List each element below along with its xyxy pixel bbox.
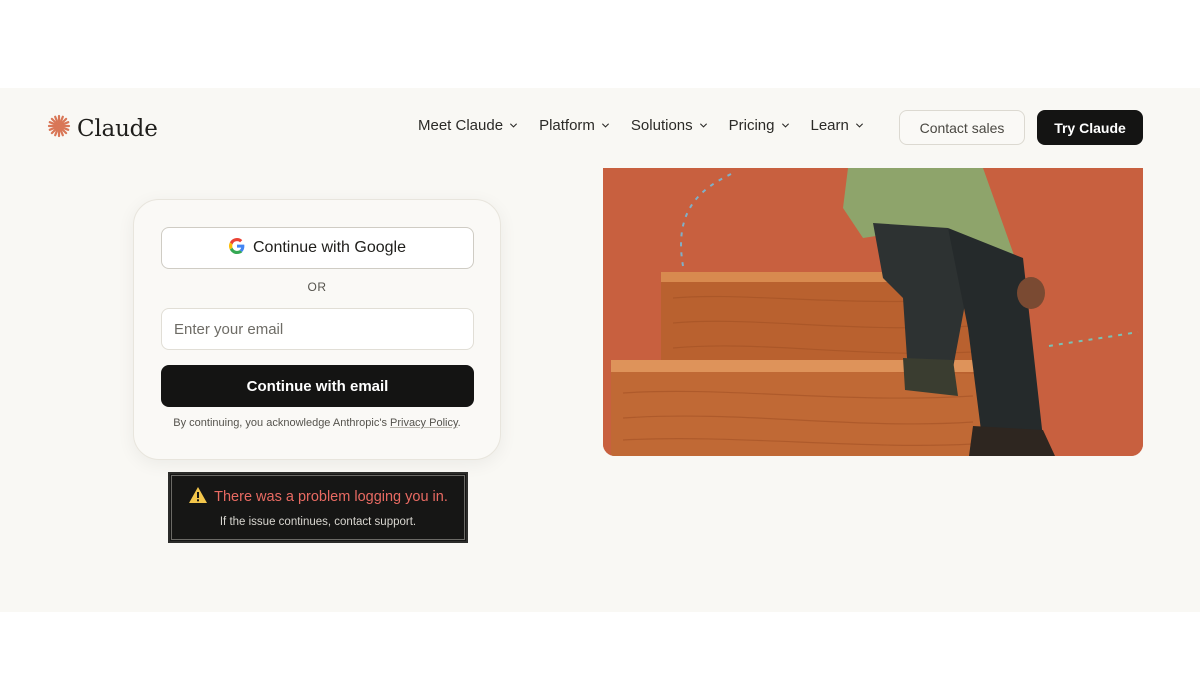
continue-with-email-button[interactable]: Continue with email — [161, 365, 474, 407]
nav-item-pricing[interactable]: Pricing — [729, 117, 790, 134]
privacy-policy-link[interactable]: Privacy Policy — [390, 417, 458, 429]
google-button-label: Continue with Google — [253, 239, 406, 256]
try-claude-button[interactable]: Try Claude — [1037, 110, 1143, 145]
error-title: There was a problem logging you in. — [214, 489, 448, 505]
login-error-toast: There was a problem logging you in. If t… — [168, 472, 468, 543]
error-title-row: There was a problem logging you in. — [170, 486, 466, 508]
chevron-down-icon — [699, 117, 708, 134]
nav-item-label: Solutions — [630, 117, 693, 134]
continue-with-google-button[interactable]: Continue with Google — [161, 227, 474, 269]
nav-item-platform[interactable]: Platform — [539, 117, 610, 134]
legal-notice: By continuing, you acknowledge Anthropic… — [134, 417, 500, 429]
nav-item-label: Platform — [539, 117, 595, 134]
login-card: Continue with Google OR Continue with em… — [133, 199, 501, 460]
nav-item-learn[interactable]: Learn — [811, 117, 864, 134]
claude-starburst-icon — [47, 114, 71, 143]
chevron-down-icon — [855, 117, 864, 134]
nav-item-label: Meet Claude — [418, 117, 504, 134]
hero-image — [603, 168, 1143, 456]
nav-item-solutions[interactable]: Solutions — [631, 117, 708, 134]
email-input[interactable] — [161, 308, 474, 350]
brand-logo[interactable]: Claude — [47, 114, 158, 143]
brand-name: Claude — [77, 115, 158, 142]
warning-triangle-icon — [188, 486, 208, 508]
legal-suffix: . — [457, 417, 461, 429]
nav-item-label: Learn — [810, 117, 849, 134]
nav-item-label: Pricing — [728, 117, 775, 134]
main-nav: Meet Claude Platform Solutions Pricing L… — [418, 117, 864, 134]
login-page: Claude Meet Claude Platform Solutions Pr… — [0, 88, 1200, 612]
error-message: If the issue continues, contact support. — [219, 516, 417, 528]
nav-item-meet-claude[interactable]: Meet Claude — [418, 117, 518, 134]
contact-sales-button[interactable]: Contact sales — [899, 110, 1025, 145]
chevron-down-icon — [509, 117, 518, 134]
chevron-down-icon — [781, 117, 790, 134]
google-g-icon — [229, 237, 245, 259]
legal-text: By continuing, you acknowledge Anthropic… — [173, 417, 390, 429]
or-divider: OR — [307, 280, 327, 294]
chevron-down-icon — [601, 117, 610, 134]
